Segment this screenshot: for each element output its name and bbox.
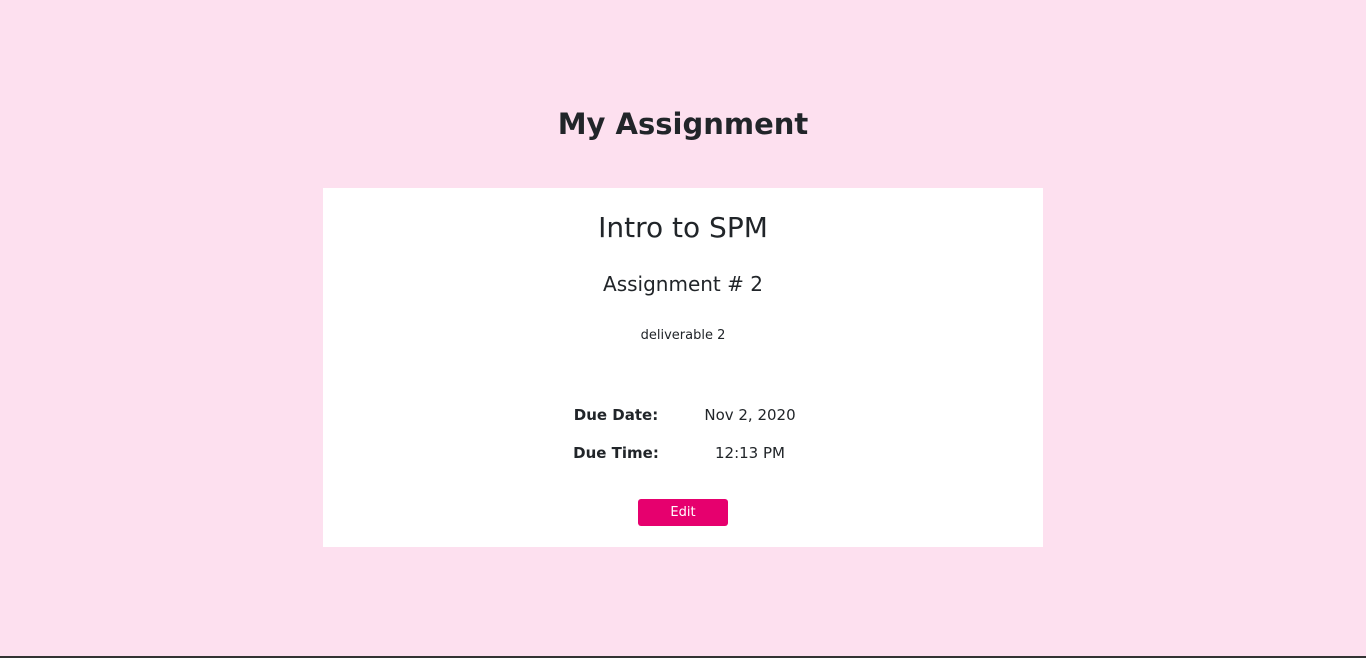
due-date-value: Nov 2, 2020 <box>704 406 796 424</box>
page-title: My Assignment <box>557 107 809 141</box>
due-date-row: Due Date: Nov 2, 2020 <box>323 403 1043 427</box>
assignment-description: deliverable 2 <box>640 328 726 343</box>
due-time-label: Due Time: <box>573 444 659 462</box>
due-date-label: Due Date: <box>573 406 659 424</box>
assignment-title: Assignment # 2 <box>603 272 763 296</box>
edit-button[interactable]: Edit <box>638 499 728 526</box>
due-time-value: 12:13 PM <box>715 444 785 462</box>
course-title: Intro to SPM <box>598 211 768 244</box>
due-time-row: Due Time: 12:13 PM <box>323 441 1043 465</box>
